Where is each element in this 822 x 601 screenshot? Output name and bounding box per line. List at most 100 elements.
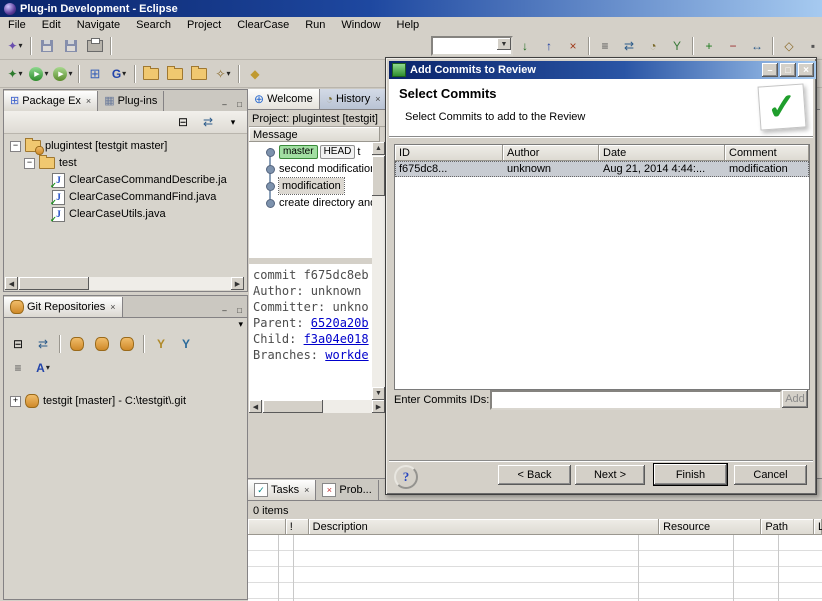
help-button[interactable]: ? bbox=[394, 465, 418, 489]
window-titlebar[interactable]: Plug-in Development - Eclipse bbox=[0, 0, 822, 17]
scrollbar-thumb[interactable] bbox=[263, 400, 323, 413]
debug-button[interactable]: ✦ ▾ bbox=[3, 63, 27, 85]
parent-link[interactable]: 6520a20b bbox=[311, 316, 369, 330]
menu-file[interactable]: File bbox=[0, 17, 34, 33]
menu-help[interactable]: Help bbox=[389, 17, 428, 33]
cancel-button[interactable]: Cancel bbox=[734, 465, 807, 485]
save-all-button[interactable] bbox=[59, 35, 83, 57]
scrollbar-thumb[interactable] bbox=[372, 156, 385, 196]
column-header-comment[interactable]: Comment bbox=[725, 145, 809, 161]
repository-tree-row[interactable]: + testgit [master] - C:\testgit\.git bbox=[10, 393, 186, 409]
scroll-right-button[interactable]: ▶ bbox=[231, 277, 244, 290]
column-header-location[interactable]: Location bbox=[814, 519, 822, 535]
child-link[interactable]: f3a04e018 bbox=[304, 332, 369, 346]
commit-row[interactable]: master HEAD t bbox=[279, 144, 360, 160]
add-to-source-button[interactable]: + bbox=[697, 35, 721, 57]
tree-row[interactable]: J✓ ClearCaseCommandFind.java bbox=[52, 189, 216, 205]
commit-row[interactable]: second modification bbox=[279, 161, 372, 177]
version-tree-button[interactable]: Y bbox=[665, 35, 689, 57]
annotate-button[interactable]: ≡ bbox=[593, 35, 617, 57]
lock-button[interactable]: ▪ bbox=[801, 35, 822, 57]
tree-row[interactable]: J✓ ClearCaseCommandDescribe.ja bbox=[52, 172, 227, 188]
view-menu-icon[interactable]: ▾ bbox=[238, 320, 243, 329]
vertical-scrollbar[interactable]: ▲ ▼ bbox=[372, 142, 385, 400]
tab-problems[interactable]: × Prob... bbox=[316, 480, 378, 500]
scroll-left-button[interactable]: ◀ bbox=[5, 277, 18, 290]
checkin-button[interactable]: ↑ bbox=[537, 35, 561, 57]
horizontal-scrollbar[interactable]: ◀ ▶ bbox=[249, 400, 385, 413]
checkout-branch-button[interactable]: Y bbox=[174, 335, 198, 353]
add-repository-button[interactable] bbox=[65, 335, 89, 353]
scroll-left-button[interactable]: ◀ bbox=[249, 400, 262, 413]
print-button[interactable] bbox=[83, 35, 107, 57]
tasks-table-body[interactable] bbox=[248, 535, 822, 601]
create-repository-button[interactable] bbox=[115, 335, 139, 353]
link-with-selection-button[interactable]: ⇄ bbox=[31, 335, 55, 353]
commit-row[interactable]: create directory and bbox=[279, 195, 372, 211]
close-tab-icon[interactable]: × bbox=[375, 94, 380, 104]
view-menu-button[interactable]: ▾ bbox=[221, 113, 245, 131]
commit-table-row-selected[interactable]: f675dc8... unknown Aug 21, 2014 4:44:...… bbox=[395, 161, 809, 177]
back-button[interactable]: < Back bbox=[498, 465, 571, 485]
column-header-icon[interactable] bbox=[248, 519, 286, 535]
twist-open-icon[interactable]: − bbox=[24, 158, 35, 169]
finish-button[interactable]: Finish bbox=[654, 464, 727, 485]
open-plugin-button[interactable] bbox=[139, 63, 163, 85]
column-header-id[interactable]: ID bbox=[395, 145, 503, 161]
external-tools-button[interactable]: ▶ ▾ bbox=[51, 63, 75, 85]
column-header-description[interactable]: Description bbox=[309, 519, 659, 535]
menu-window[interactable]: Window bbox=[333, 17, 388, 33]
junit-button[interactable]: ⊞ bbox=[83, 63, 107, 85]
remove-from-source-button[interactable]: − bbox=[721, 35, 745, 57]
commits-table[interactable]: ID Author Date Comment f675dc8... unknow… bbox=[394, 144, 810, 390]
branch-button[interactable]: Y bbox=[149, 335, 173, 353]
hierarchy-toggle-button[interactable]: ≡ bbox=[6, 359, 30, 377]
dialog-maximize-button[interactable]: □ bbox=[780, 63, 796, 77]
branches-link[interactable]: workde bbox=[325, 348, 368, 362]
column-header-priority[interactable]: ! bbox=[286, 519, 309, 535]
undo-checkout-button[interactable]: × bbox=[561, 35, 585, 57]
new-plugin-button[interactable]: G ▾ bbox=[107, 63, 131, 85]
menu-navigate[interactable]: Navigate bbox=[69, 17, 128, 33]
run-button[interactable]: ▶ ▾ bbox=[27, 63, 51, 85]
package-view-button[interactable]: ◆ bbox=[243, 63, 267, 85]
tree-row[interactable]: − plugintest [testgit master] bbox=[10, 138, 167, 154]
enter-commits-input[interactable] bbox=[490, 390, 782, 410]
save-button[interactable] bbox=[35, 35, 59, 57]
column-header-date[interactable]: Date bbox=[599, 145, 725, 161]
import-button[interactable] bbox=[163, 63, 187, 85]
maximize-view-button[interactable]: □ bbox=[232, 98, 247, 111]
checkout-button[interactable]: ↓ bbox=[513, 35, 537, 57]
tree-row[interactable]: − test bbox=[24, 155, 77, 171]
export-button[interactable] bbox=[187, 63, 211, 85]
menu-search[interactable]: Search bbox=[128, 17, 179, 33]
tab-plugins[interactable]: ▦ Plug-ins bbox=[98, 91, 164, 111]
minimize-view-button[interactable]: – bbox=[217, 304, 232, 317]
next-button[interactable]: Next > bbox=[575, 465, 645, 485]
column-header-resource[interactable]: Resource bbox=[659, 519, 761, 535]
menu-run[interactable]: Run bbox=[297, 17, 333, 33]
compare-button[interactable]: ⇄ bbox=[617, 35, 641, 57]
search-menu-button[interactable]: ✧ ▾ bbox=[211, 63, 235, 85]
column-header-author[interactable]: Author bbox=[503, 145, 599, 161]
maximize-view-button[interactable]: □ bbox=[232, 304, 247, 317]
history-button[interactable]: ◔ bbox=[641, 35, 665, 57]
tree-row[interactable]: J✓ ClearCaseUtils.java bbox=[52, 206, 166, 222]
commit-row-selected[interactable]: modification bbox=[279, 178, 344, 194]
twist-open-icon[interactable]: − bbox=[10, 141, 21, 152]
add-commit-button[interactable]: Add bbox=[782, 390, 808, 408]
dialog-close-button[interactable]: × bbox=[798, 63, 814, 77]
collapse-all-button[interactable]: ⊟ bbox=[6, 335, 30, 353]
refresh-status-button[interactable]: ↔ bbox=[745, 35, 769, 57]
scroll-up-button[interactable]: ▲ bbox=[372, 142, 385, 155]
scrollbar-thumb[interactable] bbox=[19, 277, 89, 290]
message-column-header[interactable]: Message bbox=[249, 127, 380, 142]
menu-project[interactable]: Project bbox=[179, 17, 229, 33]
link-with-editor-button[interactable]: ⇄ bbox=[196, 113, 220, 131]
tab-package-explorer[interactable]: ⊞ Package Ex × bbox=[4, 91, 98, 111]
tab-git-repositories[interactable]: Git Repositories × bbox=[4, 297, 123, 317]
new-wizard-button[interactable]: ✦ ▾ bbox=[3, 35, 27, 57]
menu-clearcase[interactable]: ClearCase bbox=[229, 17, 297, 33]
collapse-all-button[interactable]: ⊟ bbox=[171, 113, 195, 131]
tab-welcome[interactable]: ⊕ Welcome bbox=[248, 89, 320, 109]
